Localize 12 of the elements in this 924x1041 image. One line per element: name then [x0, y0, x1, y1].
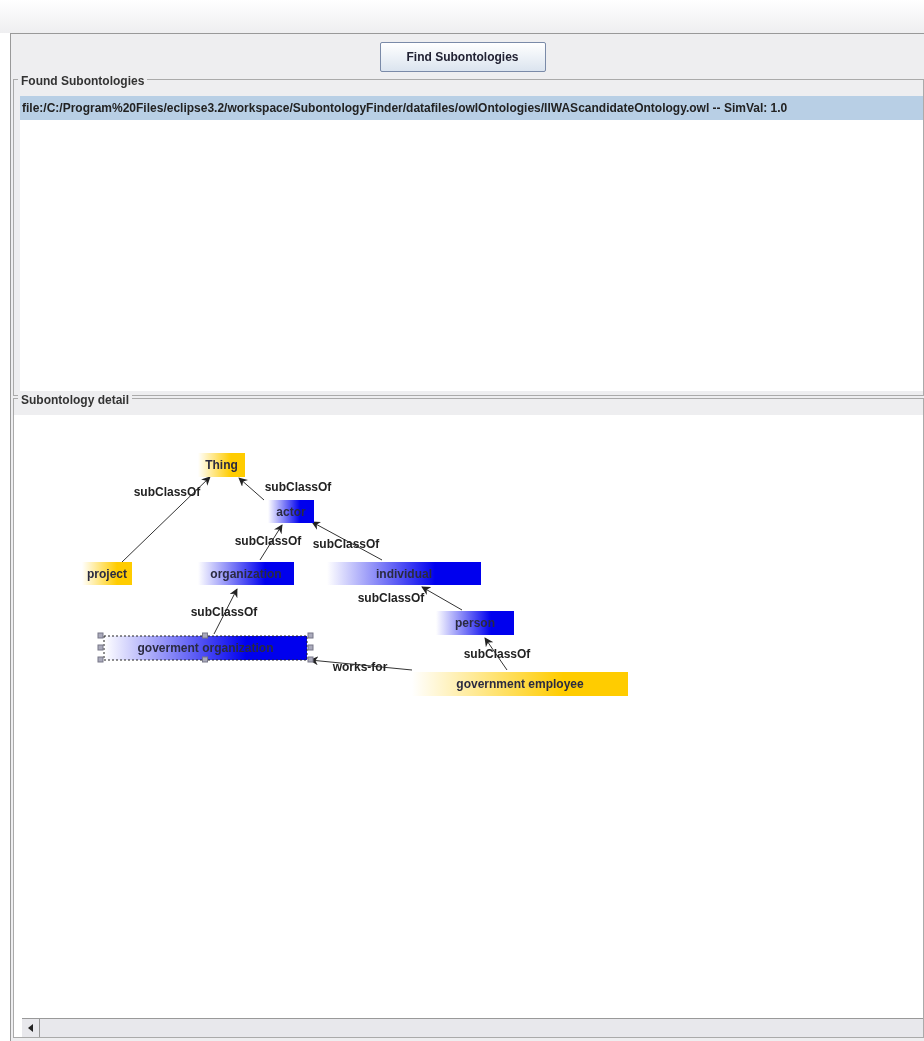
scroll-left-icon[interactable]: [27, 1024, 34, 1032]
edge-arrow: [238, 477, 265, 501]
edge-label: subClassOf: [357, 591, 425, 605]
edge-label: subClassOf: [264, 480, 332, 494]
find-button[interactable]: Find Subontologies: [379, 41, 546, 72]
edge-label: works-for: [332, 660, 388, 674]
horizontal-scrollbar[interactable]: [22, 1018, 923, 1037]
edge-label: subClassOf: [190, 605, 258, 619]
edge-label: subClassOf: [234, 534, 302, 548]
edge-label: subClassOf: [133, 485, 201, 499]
list-item[interactable]: file:/C:/Program%20Files/eclipse3.2/workspace/SubontologyFinder/datafiles/owlOntologies/IIWAScandidateOntology.owl -- SimVal: 1.0: [20, 96, 923, 120]
edge-label: subClassOf: [463, 647, 531, 661]
